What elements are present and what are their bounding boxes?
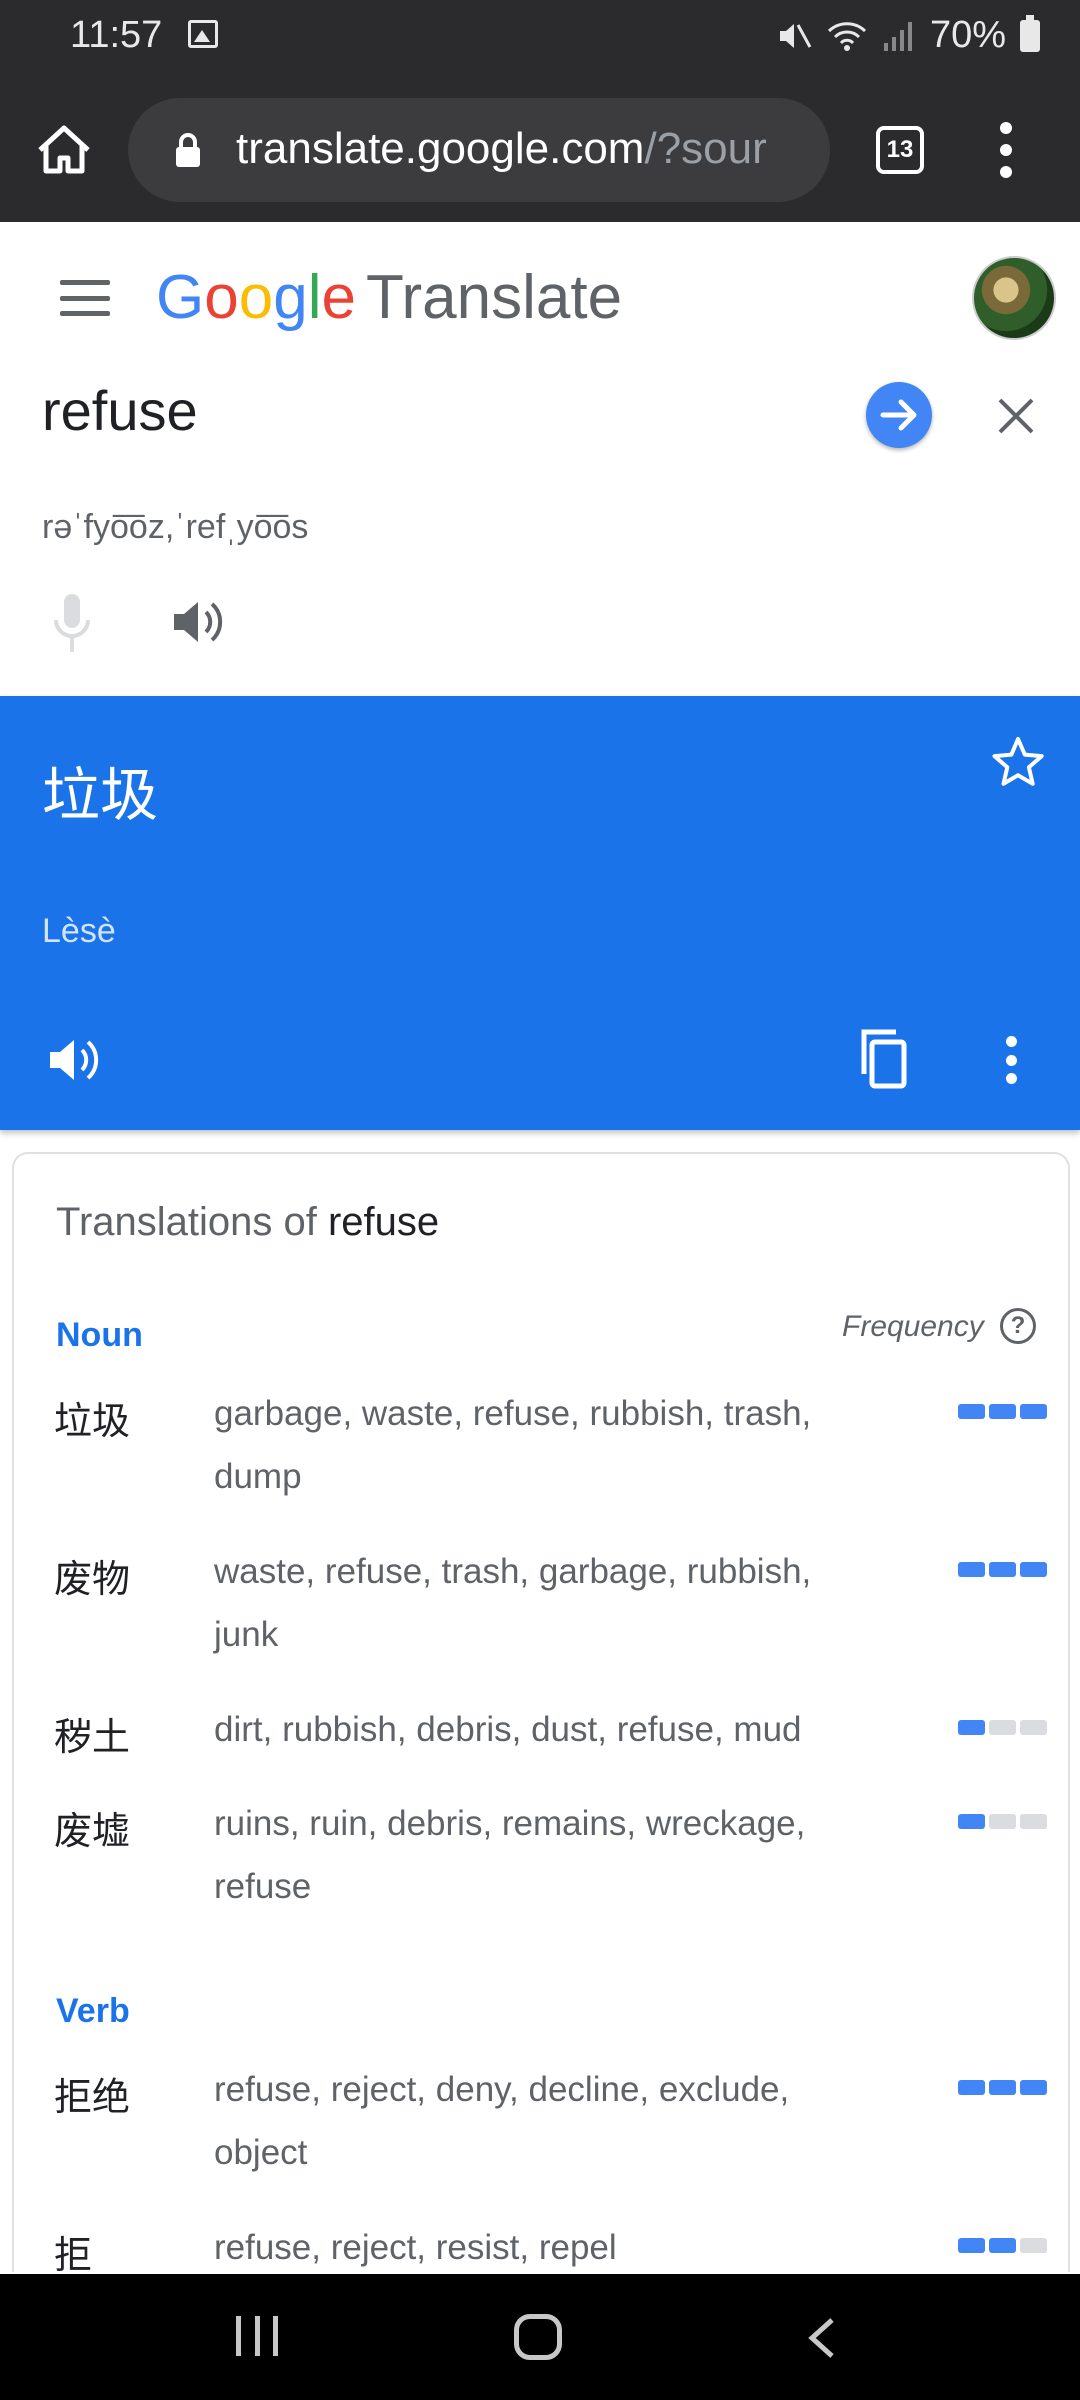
frequency-bars (958, 2080, 1047, 2095)
recent-apps-icon[interactable] (236, 2316, 278, 2356)
battery-percent: 70% (929, 14, 1006, 56)
translation-word: 废物 (54, 1557, 131, 1601)
synonym-list: dirt, rubbish, debris, dust, refuse, mud (214, 1710, 802, 1749)
frequency-bar (1020, 1814, 1047, 1829)
phonetic-text: rəˈfyo͞oz,ˈrefˌyo͞os (42, 508, 309, 546)
frequency-bar (958, 1562, 985, 1577)
frequency-bars (958, 2238, 1047, 2253)
google-translate-logo: Google Translate (156, 263, 623, 332)
battery-icon (1020, 14, 1040, 52)
synonym-list: waste, refuse, trash, garbage, rubbish, … (214, 1552, 812, 1654)
synonym-list: garbage, waste, refuse, rubbish, trash, … (214, 1394, 812, 1496)
url-text: translate.google.com/?sour (236, 124, 806, 174)
frequency-bars (958, 1720, 1047, 1735)
close-icon[interactable] (990, 390, 1042, 442)
frequency-bar (989, 1814, 1016, 1829)
mute-icon (779, 23, 812, 48)
translation-word: 垃圾 (54, 1399, 131, 1443)
logo-product: Translate (365, 263, 623, 332)
wifi-icon (827, 21, 866, 51)
system-nav-bar (0, 2274, 1080, 2400)
translation-result-card: 垃圾 Lèsè (0, 696, 1080, 1130)
frequency-bar (1020, 1562, 1047, 1577)
pos-label-verb: Verb (56, 1992, 130, 2030)
speaker-icon[interactable] (170, 596, 226, 648)
synonym-list: refuse, reject, deny, decline, exclude, … (214, 2070, 790, 2172)
translation-word: 秽土 (54, 1715, 131, 1759)
frequency-bar (1020, 2080, 1047, 2095)
frequency-bars (958, 1562, 1047, 1577)
tab-switcher-button[interactable]: 13 (876, 126, 924, 174)
romanized-text: Lèsè (42, 912, 116, 950)
hamburger-menu-icon[interactable] (60, 280, 110, 316)
translations-title-word: refuse (327, 1200, 440, 1244)
frequency-bar (958, 2080, 985, 2095)
lock-icon (176, 133, 200, 167)
frequency-bar (958, 1404, 985, 1419)
app-header: Google Translate (0, 222, 1080, 372)
nav-home-icon[interactable] (514, 2314, 562, 2360)
translation-word: 废墟 (54, 1809, 131, 1853)
frequency-bar (989, 2080, 1016, 2095)
overflow-menu-icon[interactable] (994, 122, 1018, 178)
translation-word: 拒 (54, 2233, 93, 2272)
frequency-bar (1020, 2238, 1047, 2253)
frequency-bar (958, 1814, 985, 1829)
source-input[interactable]: refuse (42, 378, 198, 443)
status-time: 11:57 (70, 14, 163, 56)
frequency-bar (1020, 1404, 1047, 1419)
image-notification-icon (188, 20, 218, 48)
signal-icon (883, 21, 912, 51)
frequency-bar (989, 1720, 1016, 1735)
translated-text: 垃圾 (42, 761, 159, 829)
frequency-label: Frequency (842, 1310, 984, 1343)
translation-word: 拒绝 (54, 2075, 131, 2119)
frequency-bars (958, 1404, 1047, 1419)
address-bar[interactable]: translate.google.com/?sour (128, 98, 830, 202)
frequency-bar (989, 1404, 1016, 1419)
synonym-list: ruins, ruin, debris, remains, wreckage, … (214, 1804, 806, 1906)
translations-card: Translations of refuse Noun Frequency ? … (12, 1152, 1070, 2272)
frequency-bar (989, 1562, 1016, 1577)
url-path: /?sour (644, 124, 767, 173)
microphone-icon[interactable] (50, 592, 94, 654)
pos-label-noun: Noun (56, 1316, 143, 1354)
translations-title: Translations of refuse (56, 1200, 440, 1244)
help-icon[interactable]: ? (1000, 1308, 1036, 1344)
frequency-bar (1020, 1720, 1047, 1735)
overflow-menu-icon[interactable] (1006, 1036, 1020, 1084)
browser-toolbar: translate.google.com/?sour 13 (0, 78, 1080, 222)
frequency-bar (989, 2238, 1016, 2253)
frequency-bar (958, 1720, 985, 1735)
status-bar: 11:57 70% (0, 0, 1080, 78)
star-icon[interactable] (990, 734, 1046, 790)
back-icon[interactable] (802, 2316, 842, 2360)
url-host: translate.google.com (236, 124, 645, 173)
avatar[interactable] (972, 256, 1056, 340)
status-right: 70% (776, 14, 1040, 57)
speaker-icon[interactable] (46, 1032, 106, 1088)
frequency-bars (958, 1814, 1047, 1829)
synonym-list: refuse, reject, resist, repel (214, 2228, 617, 2267)
arrow-right-icon[interactable] (866, 382, 932, 448)
copy-icon[interactable] (852, 1028, 908, 1090)
frequency-bar (958, 2238, 985, 2253)
home-icon[interactable] (34, 120, 94, 180)
